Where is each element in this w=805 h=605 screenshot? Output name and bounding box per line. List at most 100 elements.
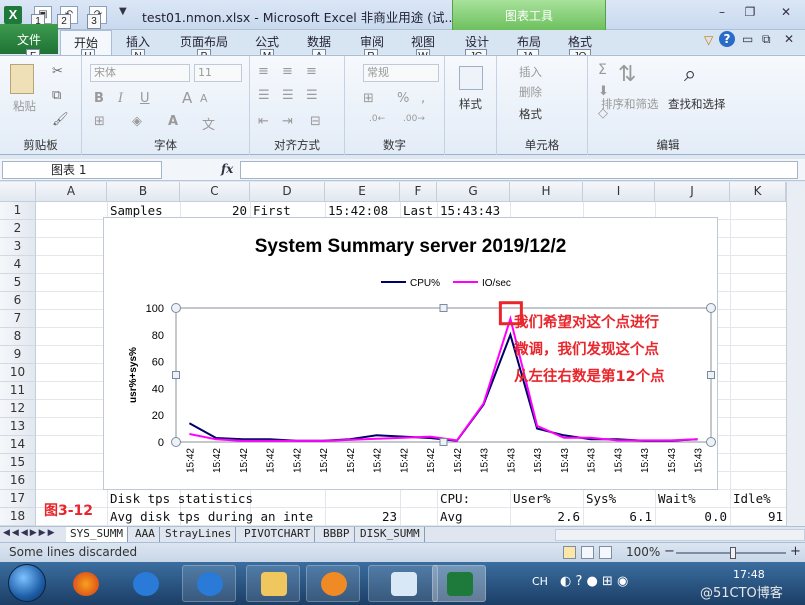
- row-header-13[interactable]: 13: [0, 418, 36, 436]
- tab-view[interactable]: 视图: [411, 33, 435, 50]
- workbook-close-button[interactable]: ✕: [784, 32, 794, 46]
- taskbar-explorer[interactable]: [246, 565, 300, 602]
- align-center-icon[interactable]: ☰: [282, 88, 294, 103]
- column-header-h[interactable]: H: [510, 182, 583, 202]
- row-header-2[interactable]: 2: [0, 220, 36, 238]
- zoom-level[interactable]: 100%: [626, 545, 660, 559]
- paste-label[interactable]: 粘贴: [13, 98, 36, 114]
- font-size-select[interactable]: 11: [194, 64, 242, 82]
- row-header-17[interactable]: 17: [0, 490, 36, 508]
- align-middle-icon[interactable]: ≡: [282, 64, 293, 79]
- cell-j17[interactable]: Wait%: [658, 490, 696, 508]
- cell-b18[interactable]: Avg disk tps during an inte: [110, 508, 313, 526]
- column-header-k[interactable]: K: [730, 182, 786, 202]
- tab-data[interactable]: 数据: [307, 33, 331, 50]
- cell-k18[interactable]: 91: [733, 508, 783, 526]
- cell-g18[interactable]: Avg: [440, 508, 463, 526]
- border-icon[interactable]: ⊞: [94, 114, 105, 129]
- merge-cells-icon[interactable]: ⊟: [310, 114, 321, 129]
- font-color-button[interactable]: A: [168, 114, 178, 129]
- cell-h17[interactable]: User%: [513, 490, 551, 508]
- page-break-view-button[interactable]: [599, 546, 612, 559]
- formula-input[interactable]: [240, 161, 798, 179]
- column-header-g[interactable]: G: [437, 182, 510, 202]
- cut-icon[interactable]: ✂: [52, 64, 63, 79]
- column-header-j[interactable]: J: [655, 182, 730, 202]
- find-select-label[interactable]: 查找和选择: [668, 96, 726, 112]
- find-select-icon[interactable]: ⌕: [684, 62, 696, 87]
- row-header-18[interactable]: 18: [0, 508, 36, 526]
- close-button[interactable]: ✕: [775, 5, 797, 19]
- column-header-f[interactable]: F: [400, 182, 437, 202]
- decrease-decimal-icon[interactable]: .00→: [403, 114, 425, 124]
- autosum-button[interactable]: Σ: [598, 62, 607, 78]
- sheet-nav-arrows-icon[interactable]: ◀◀◀▶▶▶: [3, 528, 57, 538]
- copy-icon[interactable]: ⧉: [52, 88, 61, 103]
- sheet-tab-straylines[interactable]: StrayLines: [161, 527, 237, 542]
- shrink-font-button[interactable]: A: [200, 92, 208, 105]
- cell-k17[interactable]: Idle%: [733, 490, 771, 508]
- normal-view-button[interactable]: [563, 546, 576, 559]
- row-header-14[interactable]: 14: [0, 436, 36, 454]
- number-format-select[interactable]: 常规: [363, 64, 439, 82]
- page-layout-view-button[interactable]: [581, 546, 594, 559]
- cell-e18[interactable]: 23: [328, 508, 397, 526]
- row-header-10[interactable]: 10: [0, 364, 36, 382]
- row-header-8[interactable]: 8: [0, 328, 36, 346]
- cell-j18[interactable]: 0.0: [658, 508, 727, 526]
- styles-label[interactable]: 样式: [459, 96, 482, 112]
- fill-color-icon[interactable]: ◈: [132, 114, 142, 129]
- tab-formulas[interactable]: 公式: [255, 33, 279, 50]
- column-header-a[interactable]: A: [36, 182, 107, 202]
- tab-format[interactable]: 格式: [568, 33, 592, 50]
- customize-qat-chevron-icon[interactable]: ▼: [119, 6, 127, 17]
- cell-h18[interactable]: 2.6: [513, 508, 580, 526]
- taskbar-ie[interactable]: [182, 565, 236, 602]
- currency-icon[interactable]: ⊞: [363, 91, 374, 106]
- align-top-icon[interactable]: ≡: [258, 64, 269, 79]
- tray-icons[interactable]: ◐ ? ● ⊞ ◉: [560, 574, 628, 589]
- column-header-i[interactable]: I: [583, 182, 655, 202]
- tab-review[interactable]: 审阅: [360, 33, 384, 50]
- styles-icon[interactable]: [459, 66, 483, 90]
- column-header-c[interactable]: C: [180, 182, 250, 202]
- percent-button[interactable]: %: [397, 91, 409, 106]
- sort-filter-icon[interactable]: ⇅: [618, 62, 636, 87]
- sheet-tab-pivotchart[interactable]: PIVOTCHART: [240, 527, 316, 542]
- row-header-5[interactable]: 5: [0, 274, 36, 292]
- phonetic-icon[interactable]: 文: [202, 114, 215, 133]
- cell-i17[interactable]: Sys%: [586, 490, 616, 508]
- sheet-tab-disk-summ[interactable]: DISK_SUMM: [356, 527, 425, 542]
- chart-area[interactable]: System Summary server 2019/12/2 0 20 40 60 8…: [103, 217, 718, 490]
- sort-filter-label[interactable]: 排序和筛选: [601, 96, 659, 112]
- row-header-12[interactable]: 12: [0, 400, 36, 418]
- row-header-6[interactable]: 6: [0, 292, 36, 310]
- zoom-in-button[interactable]: +: [790, 544, 801, 559]
- tab-insert[interactable]: 插入: [126, 33, 150, 50]
- paste-icon[interactable]: [10, 64, 34, 94]
- column-header-e[interactable]: E: [325, 182, 400, 202]
- zoom-out-button[interactable]: −: [664, 544, 675, 559]
- row-header-9[interactable]: 9: [0, 346, 36, 364]
- workbook-minimize-button[interactable]: ▭: [742, 32, 753, 46]
- zoom-slider-thumb[interactable]: [730, 547, 736, 559]
- row-header-11[interactable]: 11: [0, 382, 36, 400]
- row-header-15[interactable]: 15: [0, 454, 36, 472]
- cell-b17[interactable]: Disk tps statistics: [110, 490, 253, 508]
- taskbar-excel[interactable]: [432, 565, 486, 602]
- maximize-button[interactable]: ❐: [739, 5, 761, 19]
- taskbar-notepad[interactable]: [368, 565, 438, 602]
- vertical-scrollbar[interactable]: [786, 182, 805, 526]
- row-header-4[interactable]: 4: [0, 256, 36, 274]
- cell-g17[interactable]: CPU:: [440, 490, 470, 508]
- column-header-d[interactable]: D: [250, 182, 325, 202]
- taskbar-app-1[interactable]: [58, 565, 112, 602]
- italic-button[interactable]: I: [118, 91, 123, 106]
- windows-start-icon[interactable]: [8, 564, 46, 602]
- name-box[interactable]: 图表 1: [2, 161, 162, 179]
- comma-button[interactable]: ,: [421, 91, 425, 106]
- delete-cells-button[interactable]: 删除: [519, 84, 542, 100]
- taskbar-ie-pinned[interactable]: [118, 565, 172, 602]
- tab-design[interactable]: 设计: [465, 33, 489, 50]
- sheet-tab-aaa[interactable]: AAA: [131, 527, 160, 542]
